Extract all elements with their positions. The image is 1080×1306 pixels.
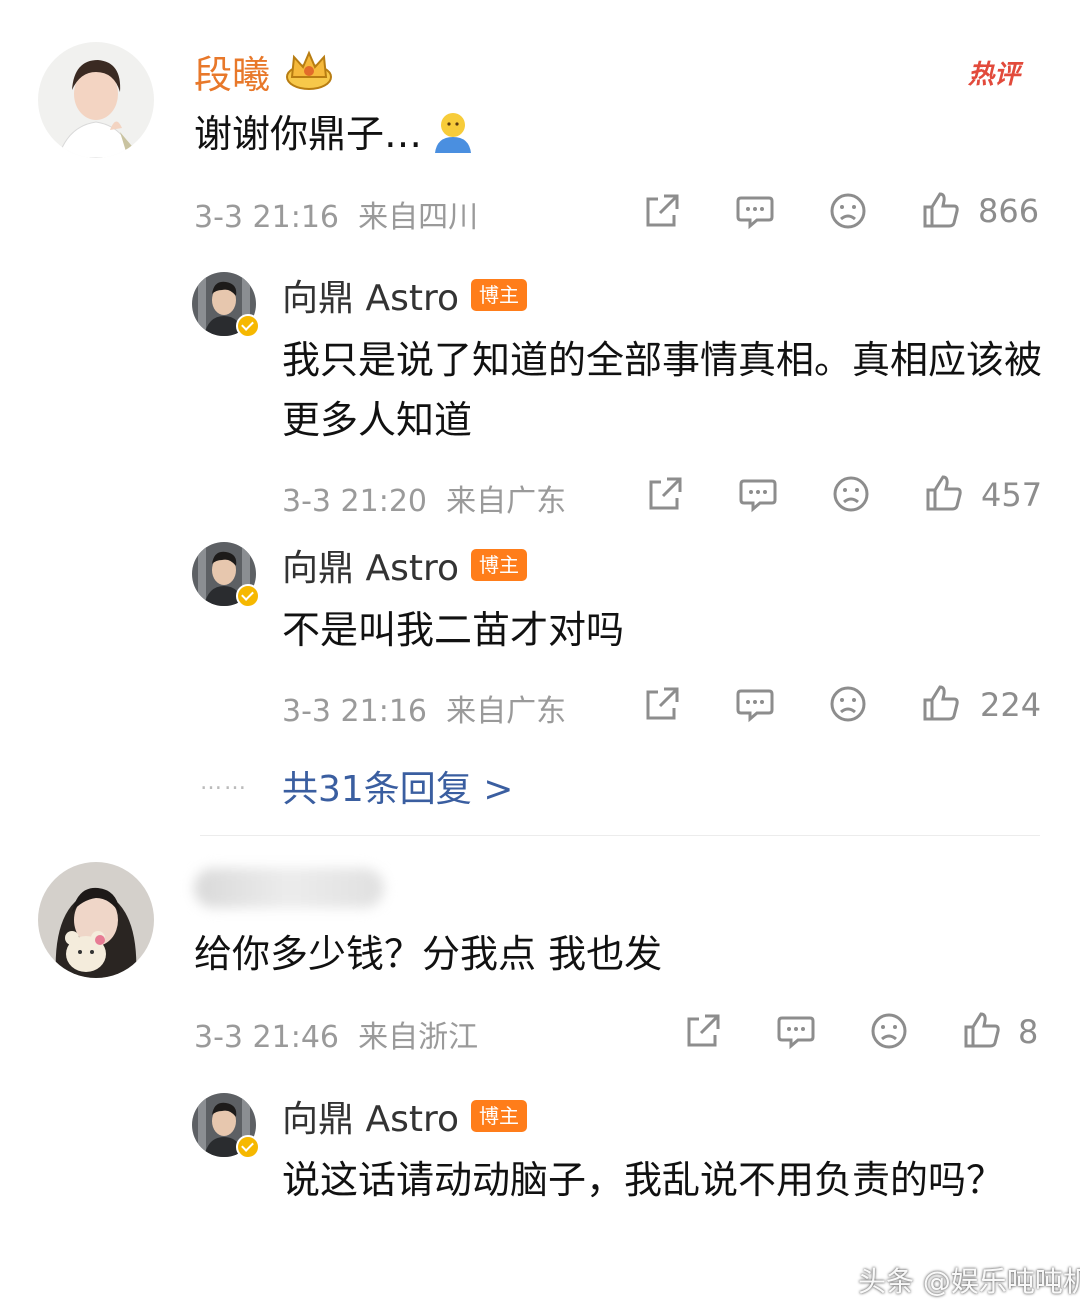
reply-text: 不是叫我二苗才对吗 bbox=[282, 608, 625, 652]
comment-icon[interactable] bbox=[735, 191, 775, 231]
thumbs-up-icon[interactable] bbox=[924, 473, 964, 513]
avatar-duanxi[interactable] bbox=[38, 42, 154, 158]
sad-face-icon[interactable] bbox=[869, 1011, 909, 1051]
share-icon[interactable] bbox=[642, 191, 682, 231]
reply-text: 说这话请动动脑子，我乱说不用负责的吗？ bbox=[282, 1158, 1005, 1202]
reply-author[interactable]: 向鼎 Astro bbox=[282, 539, 459, 591]
watermark: 头条 @娱乐吨吨机 bbox=[858, 1265, 1080, 1298]
comment-text: 谢谢你鼎子… bbox=[194, 112, 423, 156]
more-replies-dots: …… bbox=[200, 770, 248, 795]
thumbs-up-icon[interactable] bbox=[921, 190, 961, 230]
blurred-username[interactable] bbox=[194, 868, 384, 908]
avatar-xiangding[interactable] bbox=[192, 272, 260, 338]
reply-time: 3-3 21:16 bbox=[282, 694, 427, 729]
thumbs-up-icon[interactable] bbox=[962, 1010, 1002, 1050]
comment-icon[interactable] bbox=[735, 684, 775, 724]
verified-badge-icon bbox=[236, 584, 260, 608]
person-emoji-icon bbox=[430, 109, 476, 159]
share-icon[interactable] bbox=[683, 1011, 723, 1051]
reply-author[interactable]: 向鼎 Astro bbox=[282, 269, 459, 321]
like-count: 8 bbox=[1018, 1013, 1039, 1051]
commenter-name[interactable]: 段曦 bbox=[194, 44, 270, 99]
reply-time: 3-3 21:20 bbox=[282, 484, 427, 519]
comment-icon[interactable] bbox=[776, 1011, 816, 1051]
author-badge: 博主 bbox=[470, 279, 527, 311]
avatar-xiangding[interactable] bbox=[192, 1093, 260, 1159]
reply-location: 来自广东 bbox=[446, 484, 567, 519]
reply-text: 我只是说了知道的全部事情真相。真相应该被更多人知道 bbox=[282, 338, 1043, 442]
crown-icon bbox=[284, 47, 334, 95]
avatar-commenter[interactable] bbox=[38, 862, 154, 978]
sad-face-icon[interactable] bbox=[828, 191, 868, 231]
comment-icon[interactable] bbox=[738, 474, 778, 514]
comment-time: 3-3 21:16 bbox=[194, 200, 339, 235]
comment-location: 来自浙江 bbox=[358, 1020, 479, 1055]
hot-comment-tag: 热评 bbox=[968, 60, 1021, 90]
comment-text: 给你多少钱？分我点 我也发 bbox=[194, 932, 663, 976]
share-icon[interactable] bbox=[645, 474, 685, 514]
more-replies-link[interactable]: 共31条回复 > bbox=[282, 760, 513, 812]
avatar-xiangding[interactable] bbox=[192, 542, 260, 608]
like-count: 224 bbox=[980, 686, 1042, 724]
comment-location: 来自四川 bbox=[358, 200, 479, 235]
comment-time: 3-3 21:46 bbox=[194, 1020, 339, 1055]
divider bbox=[200, 835, 1040, 836]
author-badge: 博主 bbox=[470, 549, 527, 581]
like-count: 457 bbox=[981, 476, 1043, 514]
verified-badge-icon bbox=[236, 314, 260, 338]
sad-face-icon[interactable] bbox=[828, 684, 868, 724]
like-count: 866 bbox=[978, 192, 1040, 230]
reply-author[interactable]: 向鼎 Astro bbox=[282, 1090, 459, 1142]
author-badge: 博主 bbox=[470, 1100, 527, 1132]
thumbs-up-icon[interactable] bbox=[921, 683, 961, 723]
share-icon[interactable] bbox=[642, 684, 682, 724]
sad-face-icon[interactable] bbox=[831, 474, 871, 514]
verified-badge-icon bbox=[236, 1135, 260, 1159]
reply-location: 来自广东 bbox=[446, 694, 567, 729]
